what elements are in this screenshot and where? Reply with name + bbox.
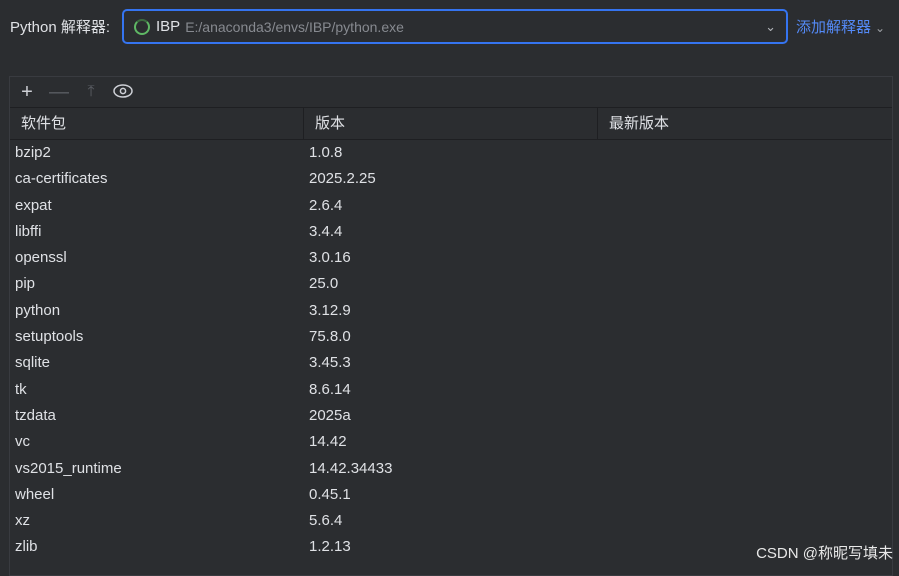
table-row[interactable]: vs2015_runtime 14.42.34433 <box>10 456 892 482</box>
package-version: 2025a <box>309 406 351 424</box>
package-name: setuptools <box>15 328 84 346</box>
table-row[interactable]: python 3.12.9 <box>10 298 892 324</box>
package-version: 0.45.1 <box>309 485 351 503</box>
add-interpreter-label: 添加解释器 <box>796 19 872 36</box>
table-body: bzip2 1.0.8 ca-certificates 2025.2.25 expat 2… <box>10 140 892 561</box>
upgrade-icon[interactable]: ⤒ <box>80 83 102 101</box>
package-name: zlib <box>15 538 38 556</box>
package-latest <box>598 140 892 166</box>
plus-icon[interactable]: + <box>16 81 38 104</box>
package-latest <box>598 482 892 508</box>
package-latest <box>598 219 892 245</box>
table-row[interactable]: vc 14.42 <box>10 429 892 455</box>
package-latest <box>598 403 892 429</box>
chevron-down-icon: ⌄ <box>765 19 776 34</box>
table-row[interactable]: xz 5.6.4 <box>10 508 892 534</box>
package-name: vs2015_runtime <box>15 459 122 477</box>
package-name: openssl <box>15 249 67 267</box>
package-latest <box>598 298 892 324</box>
package-version: 75.8.0 <box>309 328 351 346</box>
table-header: 软件包 版本 最新版本 <box>10 108 892 140</box>
loading-spinner-icon <box>134 18 150 35</box>
package-name: bzip2 <box>15 144 51 161</box>
table-row[interactable]: tk 8.6.14 <box>10 377 892 403</box>
table-row[interactable]: pip 25.0 <box>10 271 892 297</box>
package-name: tzdata <box>15 406 56 424</box>
minus-icon[interactable]: — <box>48 81 70 104</box>
package-latest <box>598 429 892 455</box>
package-latest <box>598 166 892 192</box>
package-version: 2.6.4 <box>309 196 343 214</box>
table-row[interactable]: libffi 3.4.4 <box>10 219 892 245</box>
table-row[interactable]: bzip2 1.0.8 <box>10 140 892 166</box>
package-version: 3.4.4 <box>309 222 343 240</box>
package-name: vc <box>15 433 30 451</box>
package-latest <box>598 508 892 534</box>
package-name: xz <box>15 512 30 530</box>
env-path: E:/anaconda3/envs/IBP/python.exe <box>185 18 404 35</box>
package-latest <box>598 377 892 403</box>
package-latest <box>598 245 892 271</box>
package-name: expat <box>15 196 52 214</box>
package-latest <box>598 350 892 376</box>
package-version: 3.45.3 <box>309 354 351 372</box>
package-version: 3.12.9 <box>309 301 351 319</box>
interpreter-select[interactable]: IBP E:/anaconda3/envs/IBP/python.exe ⌄ <box>122 9 788 44</box>
table-row[interactable]: openssl 3.0.16 <box>10 245 892 271</box>
table-row[interactable]: wheel 0.45.1 <box>10 482 892 508</box>
interpreter-label: Python 解释器: <box>10 19 111 36</box>
env-name: IBP <box>156 18 181 35</box>
column-header-package[interactable]: 软件包 <box>10 108 304 139</box>
package-name: python <box>15 301 61 319</box>
package-version: 5.6.4 <box>309 512 343 530</box>
column-header-latest[interactable]: 最新版本 <box>598 108 892 139</box>
package-name: ca-certificates <box>15 170 108 188</box>
package-version: 1.2.13 <box>309 538 351 556</box>
package-latest <box>598 271 892 297</box>
package-version: 2025.2.25 <box>309 170 376 188</box>
package-version: 14.42 <box>309 433 347 451</box>
chevron-down-icon: ⌄ <box>875 21 886 35</box>
package-version: 14.42.34433 <box>309 459 393 477</box>
package-version: 8.6.14 <box>309 380 351 398</box>
table-row[interactable]: tzdata 2025a <box>10 403 892 429</box>
package-name: pip <box>15 275 36 293</box>
table-row[interactable]: expat 2.6.4 <box>10 193 892 219</box>
package-version: 1.0.8 <box>309 144 343 161</box>
package-name: tk <box>15 380 27 398</box>
eye-icon[interactable] <box>112 81 134 104</box>
package-latest <box>598 456 892 482</box>
package-name: sqlite <box>15 354 51 372</box>
table-row[interactable]: ca-certificates 2025.2.25 <box>10 166 892 192</box>
package-version: 25.0 <box>309 275 339 293</box>
add-interpreter-button[interactable]: 添加解释器 ⌄ <box>796 16 885 37</box>
package-latest <box>598 193 892 219</box>
package-name: libffi <box>15 222 42 240</box>
watermark: CSDN @称昵写填未 <box>756 545 893 562</box>
packages-panel: + — ⤒ 软件包 版本 最新版本 bzip2 1.0.8 ca-certifica… <box>9 76 893 576</box>
package-version: 3.0.16 <box>309 249 351 267</box>
table-row[interactable]: sqlite 3.45.3 <box>10 350 892 376</box>
packages-toolbar: + — ⤒ <box>10 77 892 108</box>
column-header-version[interactable]: 版本 <box>304 108 598 139</box>
package-latest <box>598 324 892 350</box>
package-name: wheel <box>15 485 55 503</box>
table-row[interactable]: setuptools 75.8.0 <box>10 324 892 350</box>
